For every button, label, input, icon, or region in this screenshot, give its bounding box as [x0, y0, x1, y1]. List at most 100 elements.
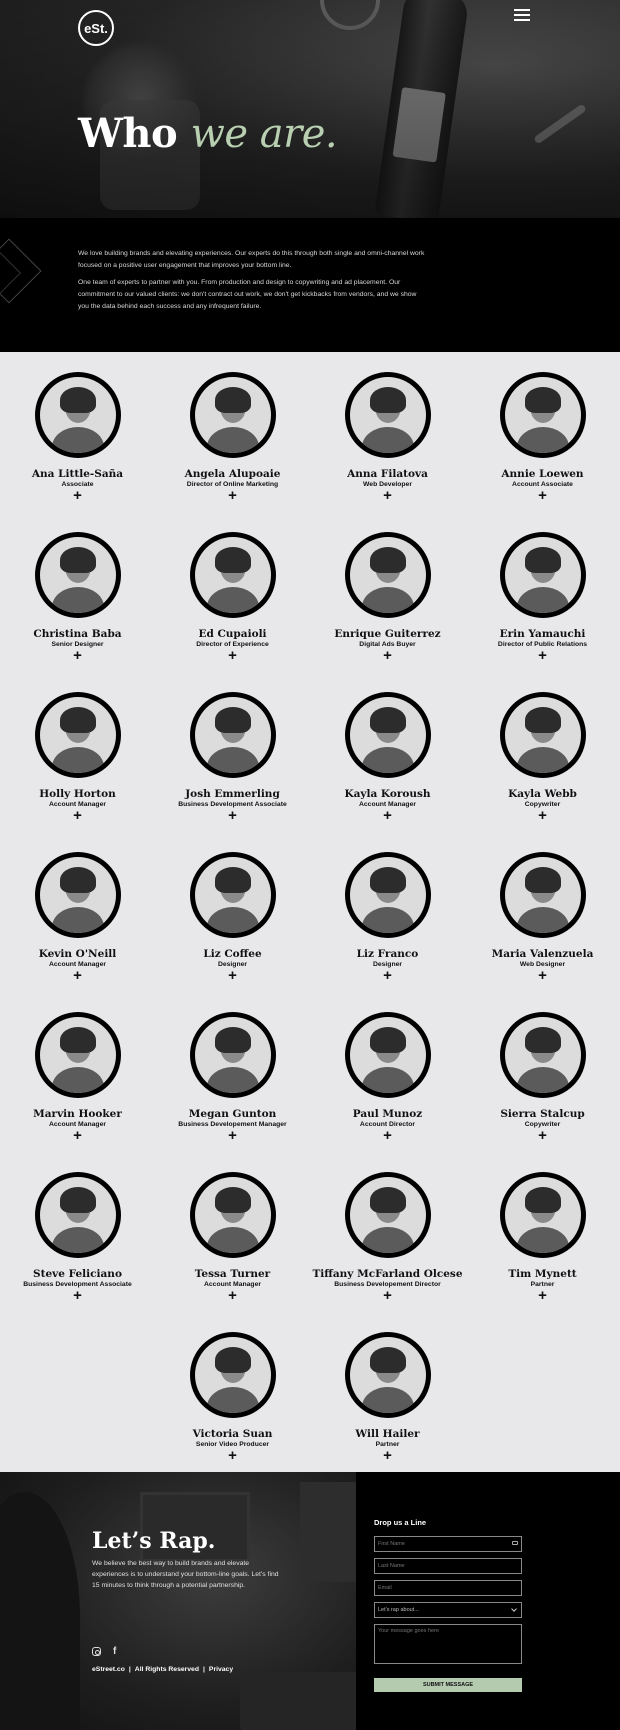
avatar[interactable] [344, 692, 431, 778]
expand-plus-icon[interactable]: + [383, 968, 392, 983]
team-member-card: Josh Emmerling Business Development Assoc… [155, 692, 310, 852]
topic-select[interactable]: Let's rap about... [374, 1602, 522, 1618]
message-field[interactable] [374, 1624, 522, 1664]
team-member-name: Paul Munoz [352, 1108, 423, 1120]
facebook-icon[interactable]: f [113, 1647, 116, 1657]
expand-plus-icon[interactable]: + [73, 968, 82, 983]
hamburger-menu-icon[interactable] [514, 9, 530, 21]
first-name-field[interactable] [374, 1536, 522, 1552]
expand-plus-icon[interactable]: + [538, 968, 547, 983]
team-row: Ana Little-Saña Associate + Angela Alupoaie… [0, 372, 620, 532]
team-member-card: Maria Valenzuela Web Designer + [465, 852, 620, 1012]
expand-plus-icon[interactable]: + [228, 648, 237, 663]
avatar[interactable] [34, 1172, 121, 1258]
avatar[interactable] [499, 532, 586, 618]
expand-plus-icon[interactable]: + [538, 488, 547, 503]
avatar[interactable] [189, 1172, 276, 1258]
expand-plus-icon[interactable]: + [383, 1128, 392, 1143]
avatar[interactable] [499, 852, 586, 938]
team-member-name: Tim Mynett [508, 1268, 577, 1280]
avatar[interactable] [189, 372, 276, 458]
expand-plus-icon[interactable]: + [383, 1448, 392, 1463]
team-member-name: Tessa Turner [194, 1268, 271, 1280]
team-member-card: Liz Franco Designer + [310, 852, 465, 1012]
expand-plus-icon[interactable]: + [228, 1288, 237, 1303]
instagram-icon[interactable] [92, 1647, 101, 1656]
email-field[interactable] [374, 1580, 522, 1596]
expand-plus-icon[interactable]: + [228, 1128, 237, 1143]
avatar[interactable] [34, 372, 121, 458]
avatar[interactable] [344, 1172, 431, 1258]
expand-plus-icon[interactable]: + [383, 488, 392, 503]
expand-plus-icon[interactable]: + [538, 808, 547, 823]
avatar[interactable] [189, 532, 276, 618]
team-row: Kevin O'Neill Account Manager + Liz Coffee D… [0, 852, 620, 1012]
team-member-card: Erin Yamauchi Director of Public Relation… [465, 532, 620, 692]
avatar[interactable] [344, 1012, 431, 1098]
avatar[interactable] [499, 1012, 586, 1098]
team-member-card: Tiffany McFarland Olcese Business Develop… [310, 1172, 465, 1332]
avatar[interactable] [189, 1332, 276, 1418]
team-member-card: Anna Filatova Web Developer + [310, 372, 465, 532]
team-member-card: Annie Loewen Account Associate + [465, 372, 620, 532]
team-member-name: Liz Coffee [203, 948, 262, 960]
avatar[interactable] [499, 372, 586, 458]
expand-plus-icon[interactable]: + [383, 1288, 392, 1303]
avatar[interactable] [34, 532, 121, 618]
team-member-name: Josh Emmerling [185, 788, 280, 800]
team-member-name: Steve Feliciano [33, 1268, 122, 1280]
team-member-name: Maria Valenzuela [491, 948, 594, 960]
avatar[interactable] [189, 692, 276, 778]
avatar[interactable] [34, 692, 121, 778]
expand-plus-icon[interactable]: + [538, 648, 547, 663]
site-logo[interactable]: eSt. [78, 10, 114, 46]
intro-paragraph-1: We love building brands and elevating ex… [78, 250, 425, 269]
expand-plus-icon[interactable]: + [228, 808, 237, 823]
expand-plus-icon[interactable]: + [383, 808, 392, 823]
avatar[interactable] [344, 852, 431, 938]
avatar[interactable] [499, 692, 586, 778]
team-member-name: Angela Alupoaie [184, 468, 281, 480]
avatar[interactable] [34, 852, 121, 938]
avatar[interactable] [499, 1172, 586, 1258]
privacy-link[interactable]: Privacy [209, 1666, 233, 1673]
team-grid: Ana Little-Saña Associate + Angela Alupoaie… [0, 352, 620, 1472]
expand-plus-icon[interactable]: + [228, 968, 237, 983]
team-member-card: Angela Alupoaie Director of Online Market… [155, 372, 310, 532]
submit-button[interactable]: SUBMIT MESSAGE [374, 1678, 522, 1692]
team-member-name: Anna Filatova [347, 468, 428, 480]
expand-plus-icon[interactable]: + [73, 488, 82, 503]
copyright: eStreet.co | All Rights Reserved | Priva… [92, 1666, 234, 1673]
avatar[interactable] [344, 1332, 431, 1418]
avatar[interactable] [189, 852, 276, 938]
team-member-card: Kayla Webb Copywriter + [465, 692, 620, 852]
intro-section: We love building brands and elevating ex… [0, 218, 620, 352]
page-title-plain: Who [78, 110, 178, 157]
site-link[interactable]: eStreet.co [92, 1666, 125, 1673]
avatar[interactable] [344, 372, 431, 458]
avatar[interactable] [34, 1012, 121, 1098]
team-member-name: Megan Gunton [188, 1108, 277, 1120]
avatar[interactable] [189, 1012, 276, 1098]
expand-plus-icon[interactable]: + [383, 648, 392, 663]
contact-card-icon [512, 1541, 518, 1545]
expand-plus-icon[interactable]: + [73, 1288, 82, 1303]
avatar[interactable] [344, 532, 431, 618]
expand-plus-icon[interactable]: + [538, 1288, 547, 1303]
expand-plus-icon[interactable]: + [73, 808, 82, 823]
expand-plus-icon[interactable]: + [73, 1128, 82, 1143]
footer-section: Let’s Rap. We believe the best way to bu… [0, 1472, 620, 1730]
page-title-accent: we are. [190, 111, 338, 157]
topic-select-value: Let's rap about... [378, 1607, 419, 1613]
team-member-card: Christina Baba Senior Designer + [0, 532, 155, 692]
contact-description: We believe the best way to build brands … [92, 1560, 279, 1589]
expand-plus-icon[interactable]: + [228, 488, 237, 503]
last-name-field[interactable] [374, 1558, 522, 1574]
team-member-name: Erin Yamauchi [499, 628, 586, 640]
team-member-name: Christina Baba [33, 628, 122, 640]
expand-plus-icon[interactable]: + [538, 1128, 547, 1143]
expand-plus-icon[interactable]: + [73, 648, 82, 663]
expand-plus-icon[interactable]: + [228, 1448, 237, 1463]
chevron-down-icon [511, 1606, 517, 1612]
team-member-card: Tim Mynett Partner + [465, 1172, 620, 1332]
